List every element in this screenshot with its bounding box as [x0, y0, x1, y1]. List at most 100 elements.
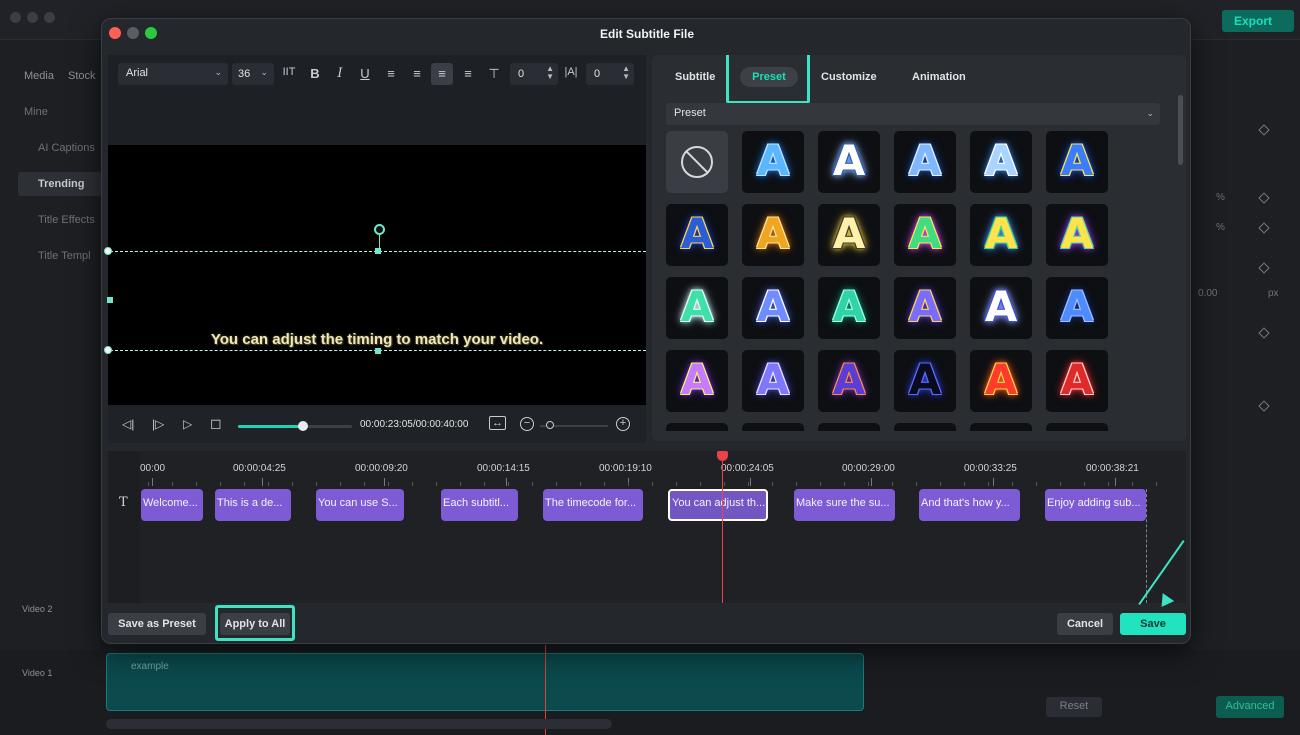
- timeline-scrollbar[interactable]: [106, 719, 612, 729]
- resize-handle[interactable]: [107, 297, 113, 303]
- preset-tile[interactable]: A: [742, 131, 804, 193]
- preset-tile[interactable]: A: [818, 277, 880, 339]
- subtitle-clip[interactable]: Each subtitl...: [441, 489, 518, 521]
- preset-tile[interactable]: A: [970, 277, 1032, 339]
- fit-icon[interactable]: ↔: [489, 416, 506, 430]
- keyframe-icon[interactable]: [1258, 327, 1270, 339]
- preset-tile[interactable]: A: [818, 350, 880, 412]
- next-frame-icon[interactable]: |▷: [152, 417, 164, 431]
- keyframe-icon[interactable]: [1258, 192, 1270, 204]
- playhead[interactable]: [722, 455, 723, 603]
- preset-tile[interactable]: A: [666, 350, 728, 412]
- keyframe-icon[interactable]: [1258, 222, 1270, 234]
- preset-tile[interactable]: [742, 423, 804, 431]
- tab-animation[interactable]: Animation: [912, 71, 966, 83]
- preset-tile[interactable]: A: [1046, 277, 1108, 339]
- font-dropdown[interactable]: Arial ⌄: [118, 63, 228, 85]
- preset-tile[interactable]: A: [666, 277, 728, 339]
- preset-tile[interactable]: A: [894, 204, 956, 266]
- subtitle-preview-text[interactable]: You can adjust the timing to match your …: [108, 331, 646, 348]
- subtitle-clip[interactable]: And that's how y...: [919, 489, 1020, 521]
- progress-knob[interactable]: [297, 421, 308, 431]
- preset-none-tile[interactable]: [666, 131, 728, 193]
- align-left-icon[interactable]: ≡: [380, 63, 402, 85]
- save-as-preset-button[interactable]: Save as Preset: [108, 613, 206, 635]
- sidebar-item-ai-captions[interactable]: AI Captions: [38, 142, 95, 154]
- line-spacing-field[interactable]: 0 ▲ ▼: [586, 63, 634, 85]
- tab-customize[interactable]: Customize: [821, 71, 877, 83]
- preset-tile[interactable]: A: [742, 277, 804, 339]
- preset-tile[interactable]: A: [818, 204, 880, 266]
- subtitle-clip[interactable]: Enjoy adding sub...: [1045, 489, 1146, 521]
- reset-button[interactable]: Reset: [1046, 697, 1102, 717]
- preset-tile[interactable]: A: [1046, 131, 1108, 193]
- preset-tile[interactable]: A: [894, 350, 956, 412]
- video-clip[interactable]: example: [106, 653, 864, 711]
- rotate-handle[interactable]: [374, 224, 385, 235]
- preset-tile[interactable]: A: [742, 350, 804, 412]
- text-scale-icon[interactable]: IIT: [278, 63, 300, 85]
- line-spacing-icon[interactable]: |A|: [560, 63, 582, 85]
- preset-tile[interactable]: A: [970, 131, 1032, 193]
- zoom-slider-knob[interactable]: [546, 421, 554, 429]
- sidebar-item-mine[interactable]: Mine: [24, 106, 48, 118]
- subtitle-clip[interactable]: Make sure the su...: [794, 489, 895, 521]
- preset-tile[interactable]: [970, 423, 1032, 431]
- video-preview[interactable]: You can adjust the timing to match your …: [104, 145, 646, 405]
- subtitle-clip[interactable]: You can use S...: [316, 489, 404, 521]
- subtitle-clip[interactable]: Welcome...: [141, 489, 203, 521]
- subtitle-clip[interactable]: You can adjust th...: [668, 489, 768, 521]
- preset-tile[interactable]: A: [970, 350, 1032, 412]
- play-icon[interactable]: ▷: [183, 417, 192, 431]
- resize-handle[interactable]: [104, 247, 112, 255]
- sidebar-item-trending[interactable]: Trending: [18, 172, 102, 196]
- align-center-icon[interactable]: ≡: [431, 63, 453, 85]
- subtitle-clip[interactable]: This is a de...: [215, 489, 291, 521]
- keyframe-icon[interactable]: [1258, 400, 1270, 412]
- preset-tile[interactable]: A: [1046, 204, 1108, 266]
- preset-tile[interactable]: A: [894, 131, 956, 193]
- preset-tile[interactable]: [666, 423, 728, 431]
- preset-tile[interactable]: A: [742, 204, 804, 266]
- export-button[interactable]: Export: [1222, 10, 1294, 32]
- preset-tile[interactable]: A: [818, 131, 880, 193]
- bold-icon[interactable]: B: [304, 63, 326, 85]
- preset-tile[interactable]: [1046, 423, 1108, 431]
- value-readout[interactable]: 0.00: [1198, 288, 1217, 299]
- preset-tile[interactable]: A: [894, 277, 956, 339]
- zoom-out-icon[interactable]: −: [520, 417, 534, 431]
- previous-frame-icon[interactable]: ◁|: [122, 417, 134, 431]
- italic-icon[interactable]: I: [329, 63, 351, 85]
- save-button[interactable]: Save: [1120, 613, 1186, 635]
- keyframe-icon[interactable]: [1258, 262, 1270, 274]
- tab-subtitle[interactable]: Subtitle: [675, 71, 715, 83]
- sidebar-item-title-effects[interactable]: Title Effects: [38, 214, 95, 226]
- stepper-icon[interactable]: ▲ ▼: [546, 65, 554, 81]
- underline-icon[interactable]: U: [354, 63, 376, 85]
- sidebar-item-title-templates[interactable]: Title Templ: [38, 250, 91, 262]
- resize-handle[interactable]: [375, 348, 381, 354]
- font-size-dropdown[interactable]: 36 ⌄: [232, 63, 274, 85]
- preset-category-dropdown[interactable]: Preset ⌄: [666, 103, 1160, 125]
- cancel-button[interactable]: Cancel: [1057, 613, 1113, 635]
- preset-tile[interactable]: A: [970, 204, 1032, 266]
- preset-tile[interactable]: A: [1046, 350, 1108, 412]
- align-right-icon[interactable]: ≡: [406, 63, 428, 85]
- character-spacing-icon[interactable]: ⊤: [483, 63, 505, 85]
- stock-tab[interactable]: Stock: [68, 70, 96, 82]
- preset-scrollbar[interactable]: [1178, 95, 1183, 165]
- stepper-icon[interactable]: ▲ ▼: [622, 65, 630, 81]
- character-spacing-field[interactable]: 0 ▲ ▼: [510, 63, 558, 85]
- playback-progress-slider[interactable]: [238, 421, 352, 431]
- subtitle-clip[interactable]: The timecode for...: [543, 489, 643, 521]
- resize-handle[interactable]: [375, 248, 381, 254]
- keyframe-icon[interactable]: [1258, 124, 1270, 136]
- media-tab[interactable]: Media: [24, 70, 54, 82]
- preset-tile[interactable]: [894, 423, 956, 431]
- preset-tile[interactable]: A: [666, 204, 728, 266]
- advanced-button[interactable]: Advanced: [1216, 696, 1284, 718]
- preset-tile[interactable]: [818, 423, 880, 431]
- justify-icon[interactable]: ≡: [457, 63, 479, 85]
- zoom-in-icon[interactable]: +: [616, 417, 630, 431]
- stop-icon[interactable]: ◻: [210, 415, 222, 432]
